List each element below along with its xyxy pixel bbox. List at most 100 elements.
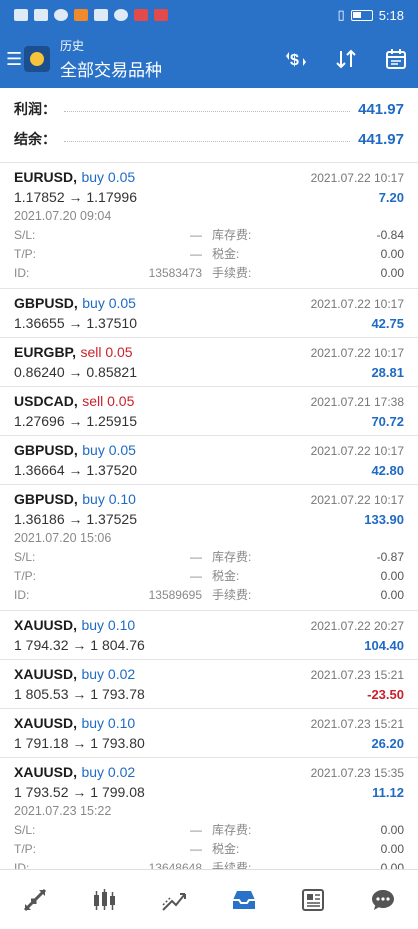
trade-nav-icon[interactable] <box>154 880 194 920</box>
trade-symbol: XAUUSD, <box>14 715 78 731</box>
trade-close-time: 2021.07.22 10:17 <box>310 444 404 458</box>
detail-row-tp: T/P: — 税金: 0.00 <box>14 244 404 263</box>
trade-header: USDCAD, sell 0.05 2021.07.21 17:38 <box>14 393 404 411</box>
trade-profit: 42.80 <box>371 463 404 478</box>
trade-instrument: EURUSD, buy 0.05 <box>14 169 135 187</box>
trade-side: buy 0.05 <box>82 442 136 458</box>
detail-row-sl: S/L: — 库存费: 0.00 <box>14 820 404 839</box>
trade-close-time: 2021.07.22 20:27 <box>310 619 404 633</box>
detail-row-id: ID: 13583473 手续费: 0.00 <box>14 263 404 282</box>
trade-side: buy 0.05 <box>81 169 136 185</box>
trade-summary: 1 794.32 → 1 804.76 104.40 <box>14 637 404 653</box>
wifi-icon <box>54 9 68 21</box>
tax-value: 0.00 <box>380 246 404 261</box>
trade-header: XAUUSD, buy 0.02 2021.07.23 15:35 <box>14 764 404 782</box>
profit-row: 利润： 441.97 <box>14 94 404 124</box>
cloud-icon <box>94 9 108 21</box>
trade-profit: 133.90 <box>364 512 404 527</box>
calendar-icon[interactable] <box>384 47 408 71</box>
trade-side: buy 0.02 <box>81 764 136 780</box>
trade-row[interactable]: EURGBP, sell 0.05 2021.07.22 10:17 0.862… <box>0 338 418 387</box>
trade-prices: 1.36655 → 1.37510 <box>14 315 137 331</box>
id-value: 13589695 <box>148 587 202 602</box>
id-label: ID: <box>14 587 30 602</box>
app-logo <box>24 46 50 72</box>
trade-row[interactable]: XAUUSD, buy 0.02 2021.07.23 15:35 1 793.… <box>0 758 418 884</box>
trade-row[interactable]: GBPUSD, buy 0.10 2021.07.22 10:17 1.3618… <box>0 485 418 611</box>
trade-instrument: XAUUSD, buy 0.10 <box>14 715 135 733</box>
sort-icon[interactable] <box>334 48 358 70</box>
trade-close-time: 2021.07.22 10:17 <box>310 346 404 360</box>
trade-summary: 1.36186 → 1.37525 133.90 <box>14 511 404 527</box>
sl-label: S/L: <box>14 549 36 564</box>
chart-nav-icon[interactable] <box>84 880 124 920</box>
trade-prices: 1 805.53 → 1 793.78 <box>14 686 145 702</box>
fee-label: 手续费: <box>212 266 252 280</box>
trade-summary: 1 805.53 → 1 793.78 -23.50 <box>14 686 404 702</box>
trade-open-time: 2021.07.20 09:04 <box>14 209 112 223</box>
history-nav-icon[interactable] <box>224 880 264 920</box>
trade-row[interactable]: XAUUSD, buy 0.10 2021.07.23 15:21 1 791.… <box>0 709 418 758</box>
trade-prices: 1.27696 → 1.25915 <box>14 413 137 429</box>
trade-side: sell 0.05 <box>80 344 133 360</box>
messages-nav-icon[interactable] <box>363 880 403 920</box>
trade-row[interactable]: GBPUSD, buy 0.05 2021.07.22 10:17 1.3666… <box>0 436 418 485</box>
detail-row-sl: S/L: — 库存费: -0.87 <box>14 547 404 566</box>
trade-prices: 0.86240 → 0.85821 <box>14 364 137 380</box>
trade-profit: 104.40 <box>364 638 404 653</box>
svg-text:$: $ <box>290 52 299 69</box>
trade-row[interactable]: XAUUSD, buy 0.02 2021.07.23 15:21 1 805.… <box>0 660 418 709</box>
app-bar: ☰ 历史 全部交易品种 $ <box>0 30 418 88</box>
dots-divider <box>64 110 351 112</box>
tax-value: 0.00 <box>380 568 404 583</box>
trade-side: buy 0.02 <box>81 666 136 682</box>
tp-value: — <box>190 841 202 856</box>
trade-symbol: EURUSD, <box>14 169 78 185</box>
trade-symbol: XAUUSD, <box>14 666 78 682</box>
tax-label: 税金: <box>212 247 240 261</box>
trade-header: EURUSD, buy 0.05 2021.07.22 10:17 <box>14 169 404 187</box>
quotes-nav-icon[interactable] <box>15 880 55 920</box>
trade-symbol: USDCAD, <box>14 393 78 409</box>
trade-close-time: 2021.07.23 15:21 <box>310 668 404 682</box>
tax-value: 0.00 <box>380 841 404 856</box>
profit-label: 利润： <box>14 101 56 117</box>
trade-header: XAUUSD, buy 0.10 2021.07.23 15:21 <box>14 715 404 733</box>
title-block[interactable]: 历史 全部交易品种 <box>60 37 284 81</box>
detail-row-sl: S/L: — 库存费: -0.84 <box>14 225 404 244</box>
tp-value: — <box>190 568 202 583</box>
trade-profit: 26.20 <box>371 736 404 751</box>
trade-side: buy 0.10 <box>82 491 136 507</box>
swap-value: -0.84 <box>376 227 404 242</box>
trade-symbol: EURGBP, <box>14 344 76 360</box>
trade-side: buy 0.10 <box>81 715 136 731</box>
tax-label: 税金: <box>212 842 240 856</box>
vibrate-icon: ▯ <box>337 7 345 22</box>
page-title: 全部交易品种 <box>60 61 162 80</box>
trade-open-time: 2021.07.20 15:06 <box>14 531 112 545</box>
trade-instrument: XAUUSD, buy 0.02 <box>14 764 135 782</box>
trade-row[interactable]: XAUUSD, buy 0.10 2021.07.22 20:27 1 794.… <box>0 611 418 660</box>
news-nav-icon[interactable] <box>293 880 333 920</box>
trade-side: buy 0.05 <box>82 295 136 311</box>
status-right: ▯ 5:18 <box>338 7 404 23</box>
menu-icon[interactable]: ☰ <box>6 50 22 68</box>
tp-label: T/P: <box>14 841 37 856</box>
trade-summary: 1.17852 → 1.17996 7.20 <box>14 189 404 205</box>
trade-close-time: 2021.07.22 10:17 <box>310 171 404 185</box>
trade-profit: -23.50 <box>367 687 404 702</box>
trade-close-time: 2021.07.21 17:38 <box>310 395 404 409</box>
trade-row[interactable]: GBPUSD, buy 0.05 2021.07.22 10:17 1.3665… <box>0 289 418 338</box>
trade-row[interactable]: USDCAD, sell 0.05 2021.07.21 17:38 1.276… <box>0 387 418 436</box>
deposit-filter-icon[interactable]: $ <box>284 48 308 70</box>
trade-row[interactable]: EURUSD, buy 0.05 2021.07.22 10:17 1.1785… <box>0 163 418 289</box>
sl-label: S/L: <box>14 822 36 837</box>
trade-summary: 1.36655 → 1.37510 42.75 <box>14 315 404 331</box>
trade-side: sell 0.05 <box>82 393 135 409</box>
tp-value: — <box>190 246 202 261</box>
trade-symbol: GBPUSD, <box>14 295 78 311</box>
status-bar: ▯ 5:18 <box>0 0 418 30</box>
trade-details: 2021.07.20 09:04 S/L: — 库存费: -0.84 T/P: … <box>14 209 404 282</box>
trade-instrument: GBPUSD, buy 0.10 <box>14 491 136 509</box>
hd-icon <box>14 9 28 21</box>
